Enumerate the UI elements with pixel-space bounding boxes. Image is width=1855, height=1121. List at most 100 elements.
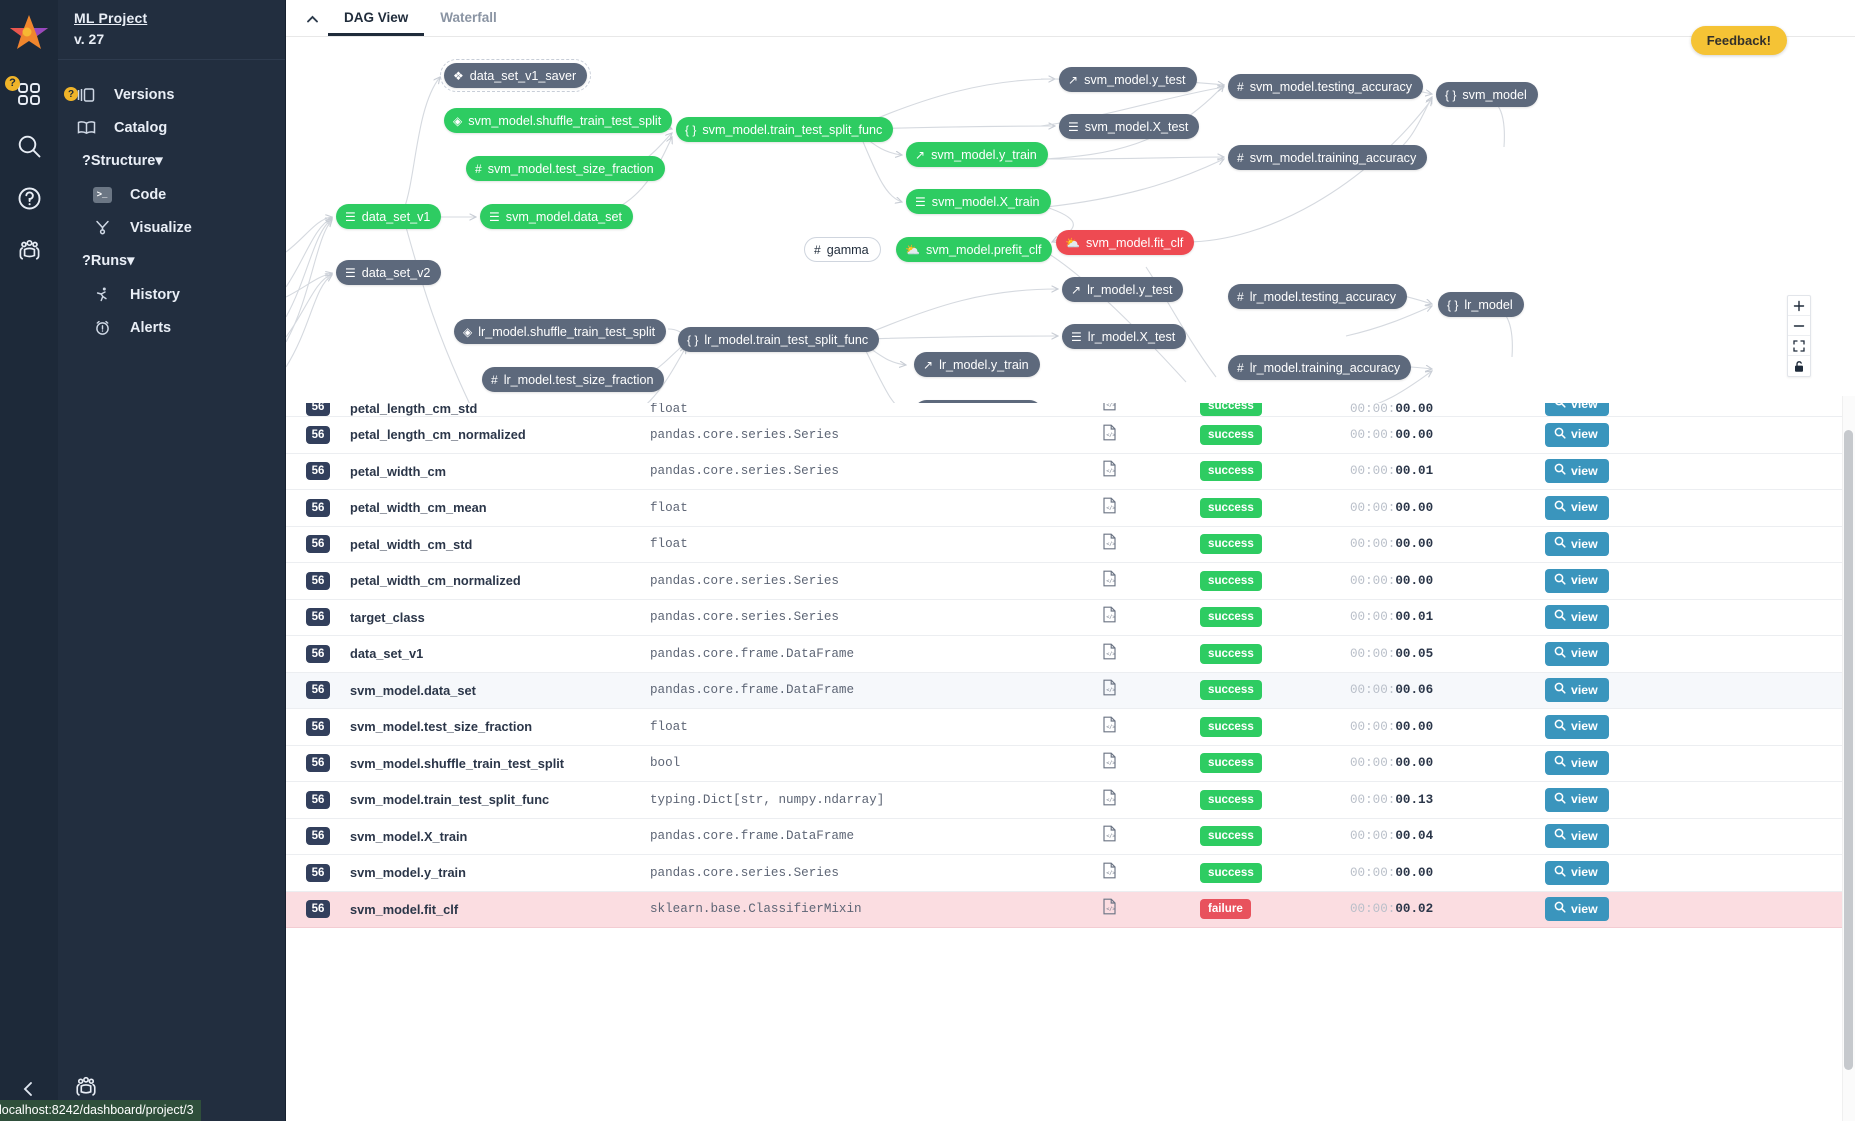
view-button[interactable]: view	[1545, 532, 1609, 556]
dag-node[interactable]: ◈svm_model.shuffle_train_test_split	[444, 108, 672, 133]
document-code-icon[interactable]: </>	[1102, 570, 1117, 592]
chevron-up-icon[interactable]	[296, 2, 328, 36]
dag-node[interactable]: ☰lr_model.X_train	[914, 400, 1042, 403]
table-row[interactable]: 56svm_model.test_size_fractionfloat</>su…	[286, 709, 1855, 746]
document-code-icon[interactable]: </>	[1102, 424, 1117, 446]
sidebar-item-alerts[interactable]: Alerts	[58, 311, 285, 344]
tab-dag-view[interactable]: DAG View	[328, 10, 424, 36]
chevron-down-icon[interactable]: ▾	[127, 253, 134, 269]
doc-icon-cell[interactable]: </>	[1070, 424, 1200, 446]
view-button[interactable]: view	[1545, 423, 1609, 447]
view-button[interactable]: view	[1545, 678, 1609, 702]
zoom-in-button[interactable]	[1788, 296, 1810, 316]
lock-button[interactable]	[1788, 356, 1810, 376]
document-code-icon[interactable]: </>	[1102, 606, 1117, 628]
table-row[interactable]: 56svm_model.X_trainpandas.core.frame.Dat…	[286, 819, 1855, 856]
doc-icon-cell[interactable]: </>	[1070, 643, 1200, 665]
table-row[interactable]: 56petal_width_cm_stdfloat</>success00:00…	[286, 527, 1855, 564]
view-button[interactable]: view	[1545, 605, 1609, 629]
help-icon[interactable]	[7, 172, 51, 224]
document-code-icon[interactable]: </>	[1102, 716, 1117, 738]
project-name[interactable]: ML Project	[74, 10, 269, 26]
doc-icon-cell[interactable]: </>	[1070, 825, 1200, 847]
search-icon[interactable]	[7, 120, 51, 172]
dag-node[interactable]: ☰lr_model.X_test	[1062, 324, 1186, 349]
doc-icon-cell[interactable]: </>	[1070, 570, 1200, 592]
sidebar-item-versions[interactable]: ? Versions	[58, 78, 285, 111]
dag-node[interactable]: ☰svm_model.X_test	[1059, 114, 1199, 139]
chevron-down-icon[interactable]: ▾	[155, 153, 162, 169]
dag-node[interactable]: ☰data_set_v1	[336, 204, 441, 229]
dag-node[interactable]: ☰svm_model.data_set	[480, 204, 633, 229]
tab-waterfall[interactable]: Waterfall	[424, 10, 513, 36]
dag-node[interactable]: ↗svm_model.y_test	[1059, 67, 1197, 92]
sidebar-item-history[interactable]: History	[58, 278, 285, 311]
sidebar-group-runs[interactable]: ? Runs ▾	[58, 244, 285, 278]
dag-node[interactable]: ⛅svm_model.prefit_clf	[896, 237, 1052, 262]
document-code-icon[interactable]: </>	[1102, 898, 1117, 920]
table-row[interactable]: 56svm_model.fit_clfsklearn.base.Classifi…	[286, 892, 1855, 929]
view-button[interactable]: view	[1545, 642, 1609, 666]
dag-node[interactable]: ↗lr_model.y_train	[914, 352, 1040, 377]
document-code-icon[interactable]: </>	[1102, 533, 1117, 555]
view-button[interactable]: view	[1545, 459, 1609, 483]
table-row[interactable]: 56petal_width_cm_meanfloat</>success00:0…	[286, 490, 1855, 527]
doc-icon-cell[interactable]: </>	[1070, 679, 1200, 701]
dag-node[interactable]: #lr_model.test_size_fraction	[482, 367, 664, 392]
view-button[interactable]: view	[1545, 824, 1609, 848]
dag-node[interactable]: #svm_model.test_size_fraction	[466, 156, 665, 181]
doc-icon-cell[interactable]: </>	[1070, 533, 1200, 555]
document-code-icon[interactable]: </>	[1102, 460, 1117, 482]
team-icon[interactable]	[7, 224, 51, 276]
dag-node[interactable]: #lr_model.testing_accuracy	[1228, 284, 1407, 309]
view-button[interactable]: view	[1545, 569, 1609, 593]
view-button[interactable]: view	[1545, 788, 1609, 812]
feedback-button[interactable]: Feedback!	[1691, 26, 1787, 55]
document-code-icon[interactable]: </>	[1102, 862, 1117, 884]
document-code-icon[interactable]: </>	[1102, 679, 1117, 701]
table-row[interactable]: 56svm_model.train_test_split_functyping.…	[286, 782, 1855, 819]
dag-node[interactable]: ❖data_set_v1_saver	[444, 63, 587, 88]
star-logo[interactable]	[7, 10, 51, 54]
table-row[interactable]: 56data_set_v1pandas.core.frame.DataFrame…	[286, 636, 1855, 673]
dag-node[interactable]: ☰data_set_v2	[336, 260, 441, 285]
table-row[interactable]: 56petal_length_cm_normalizedpandas.core.…	[286, 417, 1855, 454]
doc-icon-cell[interactable]: </>	[1070, 898, 1200, 920]
dag-node[interactable]: ☰svm_model.X_train	[906, 189, 1051, 214]
scrollbar-thumb[interactable]	[1844, 430, 1853, 1070]
doc-icon-cell[interactable]: </>	[1070, 460, 1200, 482]
document-code-icon[interactable]: </>	[1102, 825, 1117, 847]
table-row[interactable]: 56svm_model.data_setpandas.core.frame.Da…	[286, 673, 1855, 710]
dag-node[interactable]: ◈lr_model.shuffle_train_test_split	[454, 319, 666, 344]
grid-icon[interactable]: ?	[7, 68, 51, 120]
fit-view-button[interactable]	[1788, 336, 1810, 356]
sidebar-item-catalog[interactable]: Catalog	[58, 111, 285, 144]
dag-node[interactable]: { }svm_model.train_test_split_func	[676, 117, 893, 142]
dag-node[interactable]: #gamma	[804, 237, 881, 262]
table-row[interactable]: 56svm_model.y_trainpandas.core.series.Se…	[286, 855, 1855, 892]
doc-icon-cell[interactable]: </>	[1070, 606, 1200, 628]
dag-node[interactable]: { }lr_model.train_test_split_func	[678, 327, 879, 352]
view-button[interactable]: view	[1545, 861, 1609, 885]
table-row[interactable]: 56petal_width_cm_normalizedpandas.core.s…	[286, 563, 1855, 600]
doc-icon-cell[interactable]: </>	[1070, 862, 1200, 884]
sidebar-item-visualize[interactable]: Visualize	[58, 211, 285, 244]
dag-node[interactable]: { }svm_model	[1436, 82, 1538, 107]
doc-icon-cell[interactable]: </>	[1070, 497, 1200, 519]
doc-icon-cell[interactable]: </>	[1070, 716, 1200, 738]
dag-node[interactable]: #lr_model.training_accuracy	[1228, 355, 1411, 380]
dag-node[interactable]: { }lr_model	[1438, 292, 1524, 317]
dag-node[interactable]: ↗lr_model.y_test	[1062, 277, 1183, 302]
dag-view-canvas[interactable]: ❖data_set_v1_saver ◈svm_model.shuffle_tra…	[286, 36, 1855, 403]
table-row[interactable]: 56petal_width_cmpandas.core.series.Serie…	[286, 454, 1855, 491]
zoom-out-button[interactable]	[1788, 316, 1810, 336]
table-row[interactable]: 56target_classpandas.core.series.Series<…	[286, 600, 1855, 637]
doc-icon-cell[interactable]: </>	[1070, 752, 1200, 774]
document-code-icon[interactable]: </>	[1102, 789, 1117, 811]
dag-node[interactable]: ⛅svm_model.fit_clf	[1056, 230, 1194, 255]
view-button[interactable]: view	[1545, 715, 1609, 739]
document-code-icon[interactable]: </>	[1102, 752, 1117, 774]
sidebar-item-code[interactable]: >_ Code	[58, 178, 285, 211]
dag-node[interactable]: ↗svm_model.y_train	[906, 142, 1048, 167]
dag-node[interactable]: #svm_model.training_accuracy	[1228, 145, 1427, 170]
